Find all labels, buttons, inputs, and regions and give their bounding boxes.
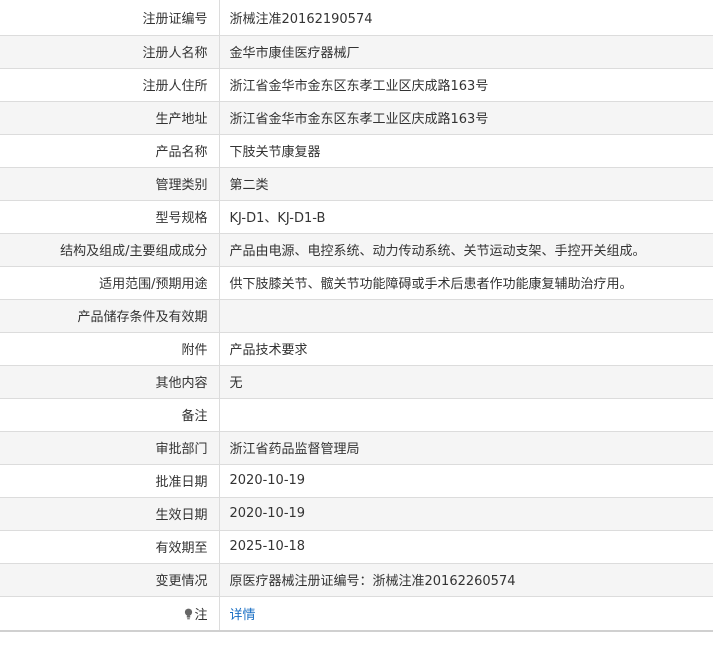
row-value: 原医疗器械注册证编号：浙械注准20162260574	[219, 563, 713, 597]
row-value: 浙江省药品监督管理局	[219, 431, 713, 465]
table-row: 管理类别 第二类	[0, 167, 713, 201]
row-label: 批准日期	[0, 464, 220, 498]
table-row: 审批部门 浙江省药品监督管理局	[0, 431, 713, 465]
registration-detail-table: 注册证编号 浙械注准20162190574 注册人名称 金华市康佳医疗器械厂 注…	[0, 0, 713, 632]
note-label: 注	[194, 607, 208, 623]
row-label: 备注	[0, 398, 220, 432]
row-label: 注册证编号	[0, 0, 220, 36]
row-value: 金华市康佳医疗器械厂	[219, 35, 713, 69]
row-value: 2020-10-19	[219, 497, 713, 531]
row-value: 浙江省金华市金东区东孝工业区庆成路163号	[219, 101, 713, 135]
row-value: 下肢关节康复器	[219, 134, 713, 168]
row-label: 产品储存条件及有效期	[0, 299, 220, 333]
row-label: 型号规格	[0, 200, 220, 234]
row-value: 第二类	[219, 167, 713, 201]
note-value-cell: 详情	[219, 596, 713, 632]
row-value: 浙江省金华市金东区东孝工业区庆成路163号	[219, 68, 713, 102]
table-row: 生产地址 浙江省金华市金东区东孝工业区庆成路163号	[0, 101, 713, 135]
row-label: 附件	[0, 332, 220, 366]
row-label: 其他内容	[0, 365, 220, 399]
table-row: 型号规格 KJ-D1、KJ-D1-B	[0, 200, 713, 234]
details-link[interactable]: 详情	[230, 608, 256, 623]
table-row: 附件 产品技术要求	[0, 332, 713, 366]
row-value: 产品由电源、电控系统、动力传动系统、关节运动支架、手控开关组成。	[219, 233, 713, 267]
row-value: 无	[219, 365, 713, 399]
table-row: 注册人住所 浙江省金华市金东区东孝工业区庆成路163号	[0, 68, 713, 102]
table-row: 其他内容 无	[0, 365, 713, 399]
row-value	[219, 398, 713, 432]
table-row: 产品储存条件及有效期	[0, 299, 713, 333]
table-row: 生效日期 2020-10-19	[0, 497, 713, 531]
row-label: 有效期至	[0, 530, 220, 564]
row-value	[219, 299, 713, 333]
row-label: 变更情况	[0, 563, 220, 597]
row-value: 产品技术要求	[219, 332, 713, 366]
row-value: 浙械注准20162190574	[219, 0, 713, 36]
row-value: 2025-10-18	[219, 530, 713, 564]
table-row: 注册证编号 浙械注准20162190574	[0, 0, 713, 36]
table-row: 产品名称 下肢关节康复器	[0, 134, 713, 168]
table-row: 备注	[0, 398, 713, 432]
row-label: 生效日期	[0, 497, 220, 531]
row-label: 审批部门	[0, 431, 220, 465]
table-row: 批准日期 2020-10-19	[0, 464, 713, 498]
table-row: 变更情况 原医疗器械注册证编号：浙械注准20162260574	[0, 563, 713, 597]
table-row: 适用范围/预期用途 供下肢膝关节、髋关节功能障碍或手术后患者作功能康复辅助治疗用…	[0, 266, 713, 300]
row-label: 产品名称	[0, 134, 220, 168]
row-label: 生产地址	[0, 101, 220, 135]
table-row: 有效期至 2025-10-18	[0, 530, 713, 564]
note-row: 注 详情	[0, 596, 713, 632]
row-label: 适用范围/预期用途	[0, 266, 220, 300]
table-row: 结构及组成/主要组成成分 产品由电源、电控系统、动力传动系统、关节运动支架、手控…	[0, 233, 713, 267]
row-label: 注册人名称	[0, 35, 220, 69]
row-label: 注册人住所	[0, 68, 220, 102]
row-value: 供下肢膝关节、髋关节功能障碍或手术后患者作功能康复辅助治疗用。	[219, 266, 713, 300]
row-label: 管理类别	[0, 167, 220, 201]
table-row: 注册人名称 金华市康佳医疗器械厂	[0, 35, 713, 69]
row-value: 2020-10-19	[219, 464, 713, 498]
row-value: KJ-D1、KJ-D1-B	[219, 200, 713, 234]
note-label-cell: 注	[0, 596, 220, 632]
row-label: 结构及组成/主要组成成分	[0, 233, 220, 267]
bulb-icon	[185, 608, 193, 620]
